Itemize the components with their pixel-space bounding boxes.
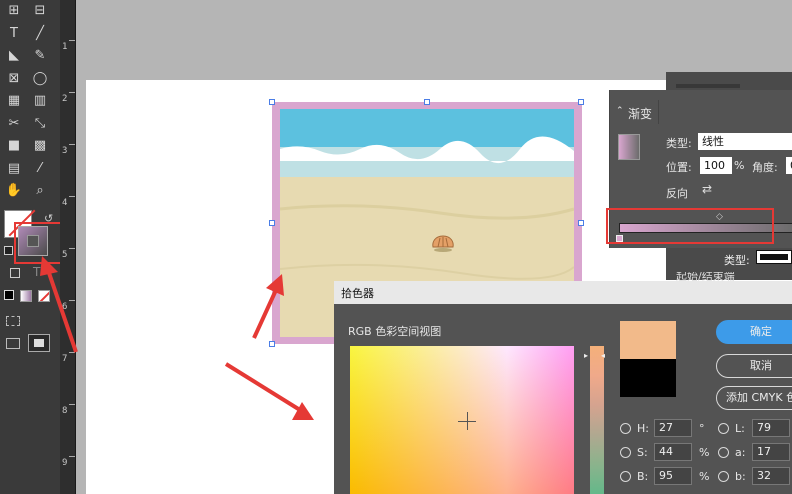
arrow-to-picker-head (292, 402, 314, 420)
arrow-to-swatch (46, 269, 78, 353)
arrow-to-swatch-head (40, 256, 58, 276)
arrow-to-frame (252, 289, 278, 339)
arrow-to-picker (224, 362, 302, 412)
annotation-arrows (40, 256, 314, 420)
